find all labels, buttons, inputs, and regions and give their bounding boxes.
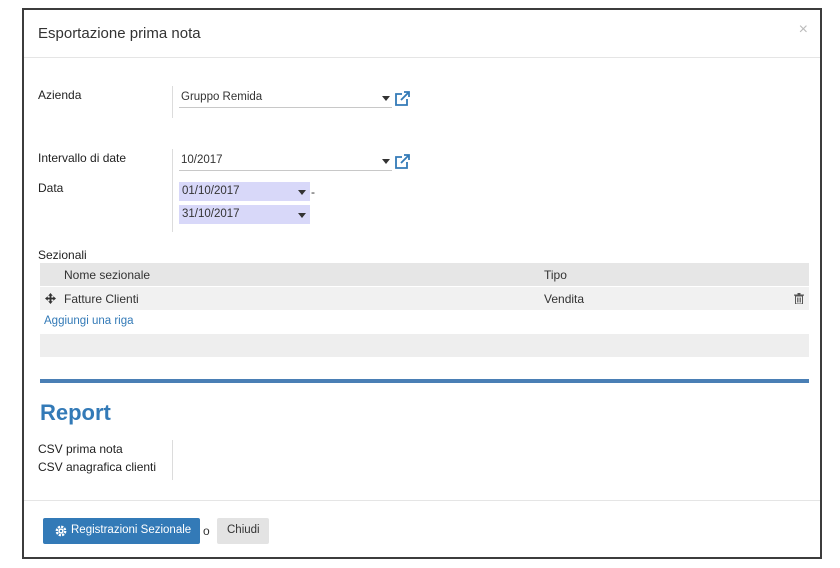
date-to-value: 31/10/2017 (182, 208, 240, 220)
date-separator: - (311, 185, 315, 199)
trash-icon[interactable] (794, 293, 804, 304)
date-label: Data (38, 181, 64, 195)
chevron-down-icon[interactable] (298, 213, 306, 218)
close-icon[interactable]: × (799, 21, 808, 39)
gear-icon (55, 525, 67, 537)
date-range-label: Intervallo di date (38, 151, 127, 165)
close-button[interactable]: Chiudi (217, 518, 269, 544)
company-value: Gruppo Remida (181, 91, 263, 103)
chevron-down-icon[interactable] (298, 190, 306, 195)
date-from-field[interactable]: 01/10/2017 (179, 182, 310, 201)
date-from-value: 01/10/2017 (182, 185, 240, 197)
footer-divider (24, 500, 820, 501)
dialog-header: Esportazione prima nota × (24, 10, 820, 58)
form-divider (172, 440, 173, 480)
sections-table-header: Nome sezionale Tipo (40, 263, 809, 286)
export-dialog: Esportazione prima nota × Azienda Gruppo… (22, 8, 822, 559)
close-button-label: Chiudi (227, 524, 260, 536)
section-separator (40, 379, 809, 383)
form-divider (172, 149, 173, 232)
external-link-icon[interactable] (393, 91, 411, 107)
table-row[interactable]: Fatture Clienti Vendita (40, 287, 809, 310)
company-select[interactable]: Gruppo Remida (179, 89, 392, 108)
dialog-title: Esportazione prima nota (38, 25, 201, 42)
external-link-icon[interactable] (393, 154, 411, 170)
add-line-link[interactable]: Aggiungi una riga (44, 315, 134, 327)
sections-label: Sezionali (38, 248, 87, 262)
report-item-prima-nota: CSV prima nota (38, 442, 123, 456)
column-header-type[interactable]: Tipo (544, 268, 567, 282)
or-text: o (203, 524, 210, 538)
registrazioni-sezionale-label: Registrazioni Sezionale (71, 524, 192, 536)
date-range-select[interactable]: 10/2017 (179, 152, 392, 171)
company-label: Azienda (38, 88, 82, 102)
chevron-down-icon[interactable] (382, 159, 390, 164)
report-item-anagrafica: CSV anagrafica clienti (38, 460, 157, 474)
move-icon[interactable] (45, 293, 56, 304)
date-range-value: 10/2017 (181, 154, 223, 166)
section-name-cell: Fatture Clienti (64, 292, 139, 306)
report-title: Report (40, 400, 111, 425)
form-divider (172, 86, 173, 118)
section-type-cell: Vendita (544, 292, 585, 306)
sections-table-footer (40, 334, 809, 357)
date-to-field[interactable]: 31/10/2017 (179, 205, 310, 224)
chevron-down-icon[interactable] (382, 96, 390, 101)
registrazioni-sezionale-button[interactable]: Registrazioni Sezionale (43, 518, 200, 544)
column-header-name[interactable]: Nome sezionale (64, 268, 150, 282)
